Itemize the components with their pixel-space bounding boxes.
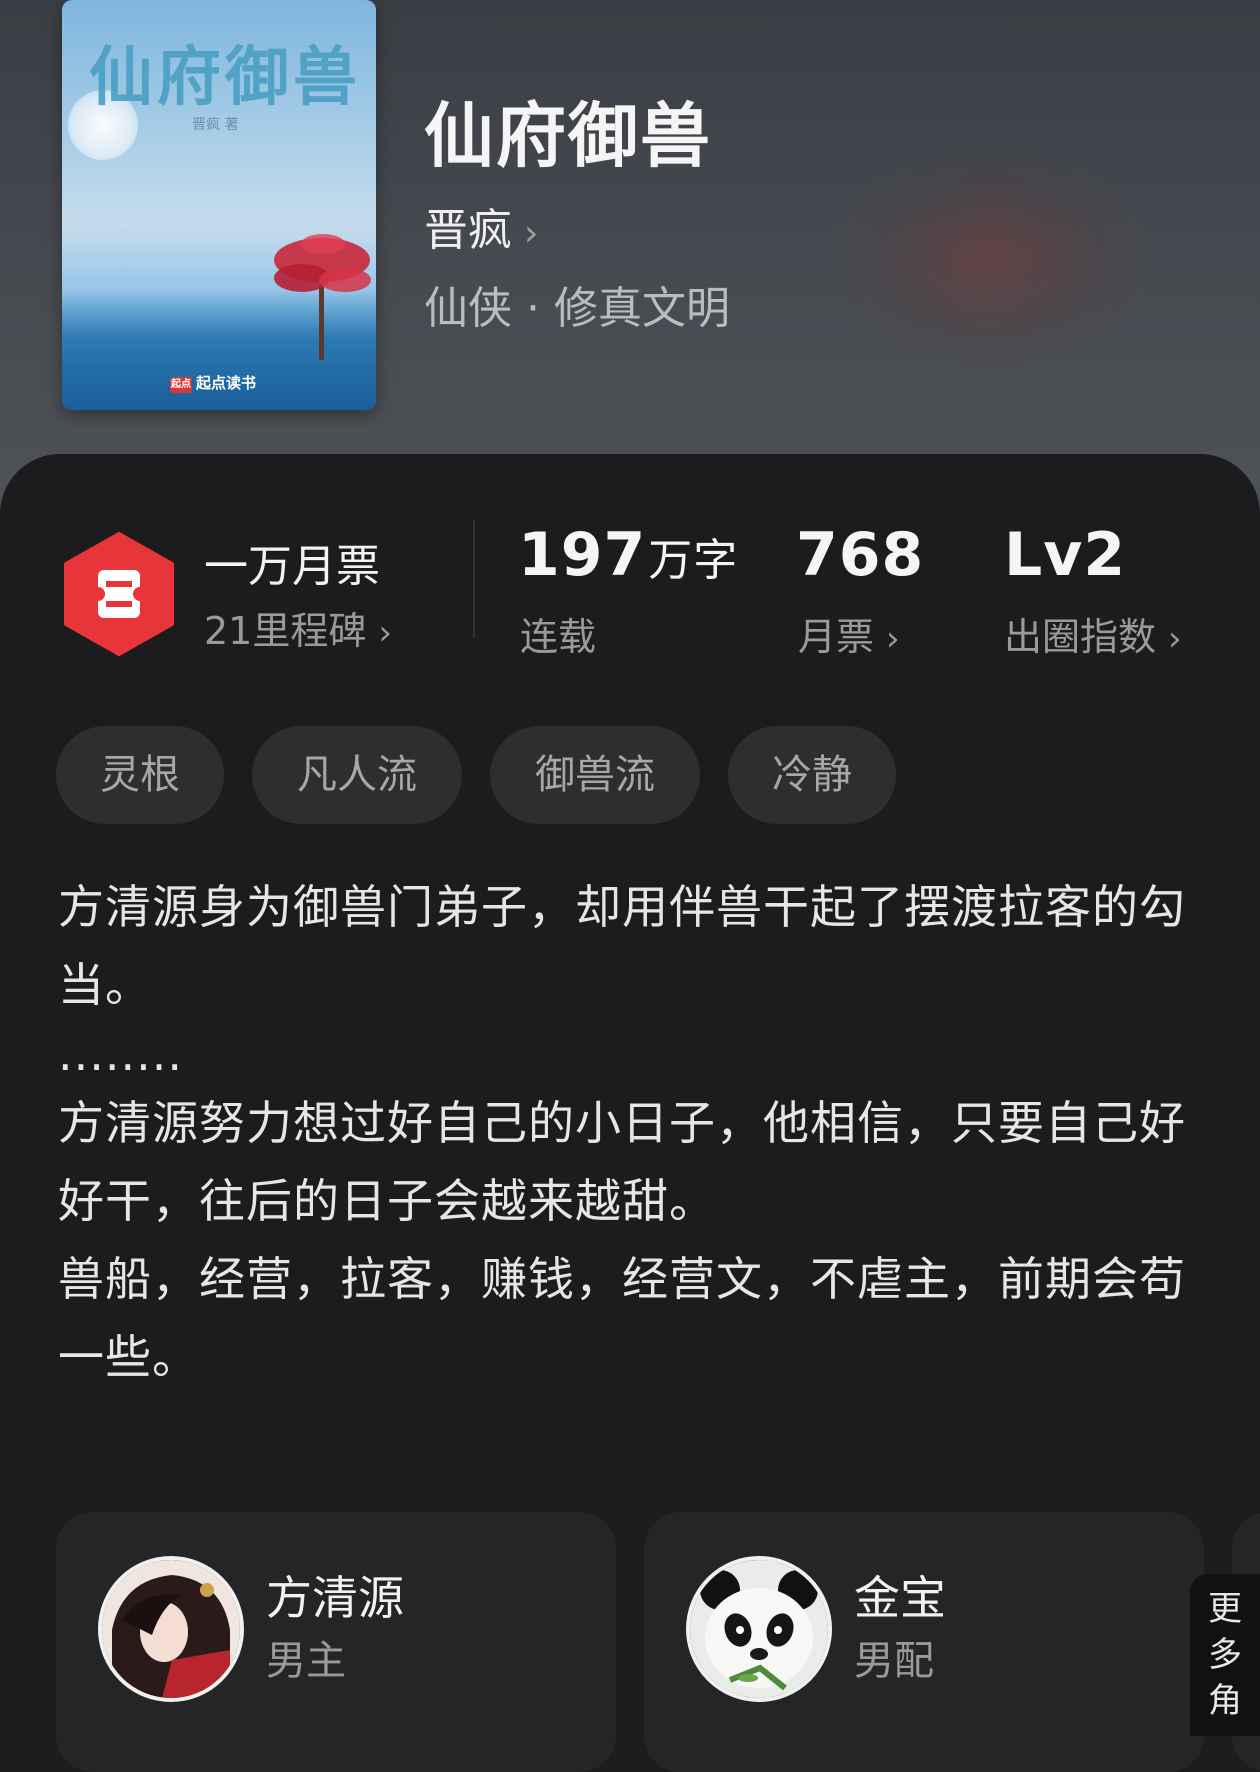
description-line: 方清源努力想过好自己的小日子，他相信，只要自己好好干，往后的日子会越来越甜。 <box>58 1096 1186 1228</box>
header-glow <box>830 150 1150 370</box>
popularity-level: Lv2 <box>1004 520 1127 590</box>
character-portrait-icon <box>102 1560 240 1698</box>
description-line: ........ <box>58 1027 183 1081</box>
popularity-label-text: 出圈指数 <box>1004 615 1157 659</box>
description-line: 兽船，经营，拉客，赚钱，经营文，不虐主，前期会苟一些。 <box>58 1252 1186 1384</box>
word-count-number: 197 <box>518 520 647 590</box>
detail-card: 一万月票 21里程碑 › 197万字 连载 768 月票 › Lv2 出圈指数 › 灵… <box>0 454 1260 1772</box>
chevron-right-icon: › <box>524 213 539 254</box>
word-count-unit: 万字 <box>648 535 739 586</box>
character-role: 男主 <box>266 1638 346 1684</box>
ticket-sub-text: 21里程碑 <box>204 609 367 653</box>
monthly-ticket-label: 月票 › <box>798 606 900 661</box>
character-name: 金宝 <box>854 1571 946 1625</box>
cover-publisher: 起点 起点读书 <box>170 372 256 393</box>
tag-chip[interactable]: 御兽流 <box>490 726 700 824</box>
character-card[interactable]: 金宝 男配 <box>644 1512 1204 1772</box>
ticket-badge-icon <box>64 532 174 656</box>
character-card[interactable]: 方清源 男主 <box>56 1512 616 1772</box>
popularity-label: 出圈指数 › <box>1004 606 1182 661</box>
serial-status: 连载 <box>520 615 597 659</box>
ticket-title: 一万月票 <box>204 541 380 592</box>
tag-chip[interactable]: 冷静 <box>728 726 896 824</box>
more-roles-button[interactable]: 更多角 <box>1190 1574 1260 1736</box>
avatar <box>98 1556 244 1702</box>
book-cover[interactable]: 仙府御兽 晋疯 著 起点 起点读书 <box>62 0 376 410</box>
cover-title: 仙府御兽 <box>89 40 361 115</box>
stats-row: 一万月票 21里程碑 › 197万字 连载 768 月票 › Lv2 出圈指数 › <box>0 454 1260 674</box>
cover-author: 晋疯 著 <box>192 117 239 133</box>
character-role: 男配 <box>854 1638 934 1684</box>
word-count: 197万字 <box>518 520 738 590</box>
book-genre: 仙侠 · 修真文明 <box>424 283 730 334</box>
more-roles-label: 更多角 <box>1208 1589 1242 1721</box>
avatar <box>686 1556 832 1702</box>
panda-portrait-icon <box>690 1560 828 1698</box>
character-name: 方清源 <box>266 1571 404 1625</box>
cover-tree-icon <box>274 234 371 360</box>
book-header: 仙府御兽 晋疯 著 起点 起点读书 仙府御兽 晋疯 › 仙侠 · 修真文明 <box>0 0 1260 520</box>
monthly-label-text: 月票 <box>798 615 875 659</box>
author-name: 晋疯 <box>424 205 512 256</box>
author-link[interactable]: 晋疯 › <box>424 194 538 258</box>
ticket-subtitle: 21里程碑 › <box>204 600 392 655</box>
chevron-right-icon: › <box>886 619 900 659</box>
chevron-right-icon: › <box>378 613 392 653</box>
book-description[interactable]: 方清源身为御兽门弟子，却用伴兽干起了摆渡拉客的勾当。 ........ 方清源努… <box>58 868 1208 1396</box>
monthly-ticket-count: 768 <box>796 520 925 590</box>
tag-chip[interactable]: 灵根 <box>56 726 224 824</box>
book-title: 仙府御兽 <box>424 94 712 177</box>
tag-chip[interactable]: 凡人流 <box>252 726 462 824</box>
stats-divider <box>473 520 475 638</box>
publisher-logo-icon: 起点 <box>170 377 192 393</box>
chevron-right-icon: › <box>1168 619 1182 659</box>
publisher-name: 起点读书 <box>196 374 257 392</box>
description-line: 方清源身为御兽门弟子，却用伴兽干起了摆渡拉客的勾当。 <box>58 880 1186 1012</box>
